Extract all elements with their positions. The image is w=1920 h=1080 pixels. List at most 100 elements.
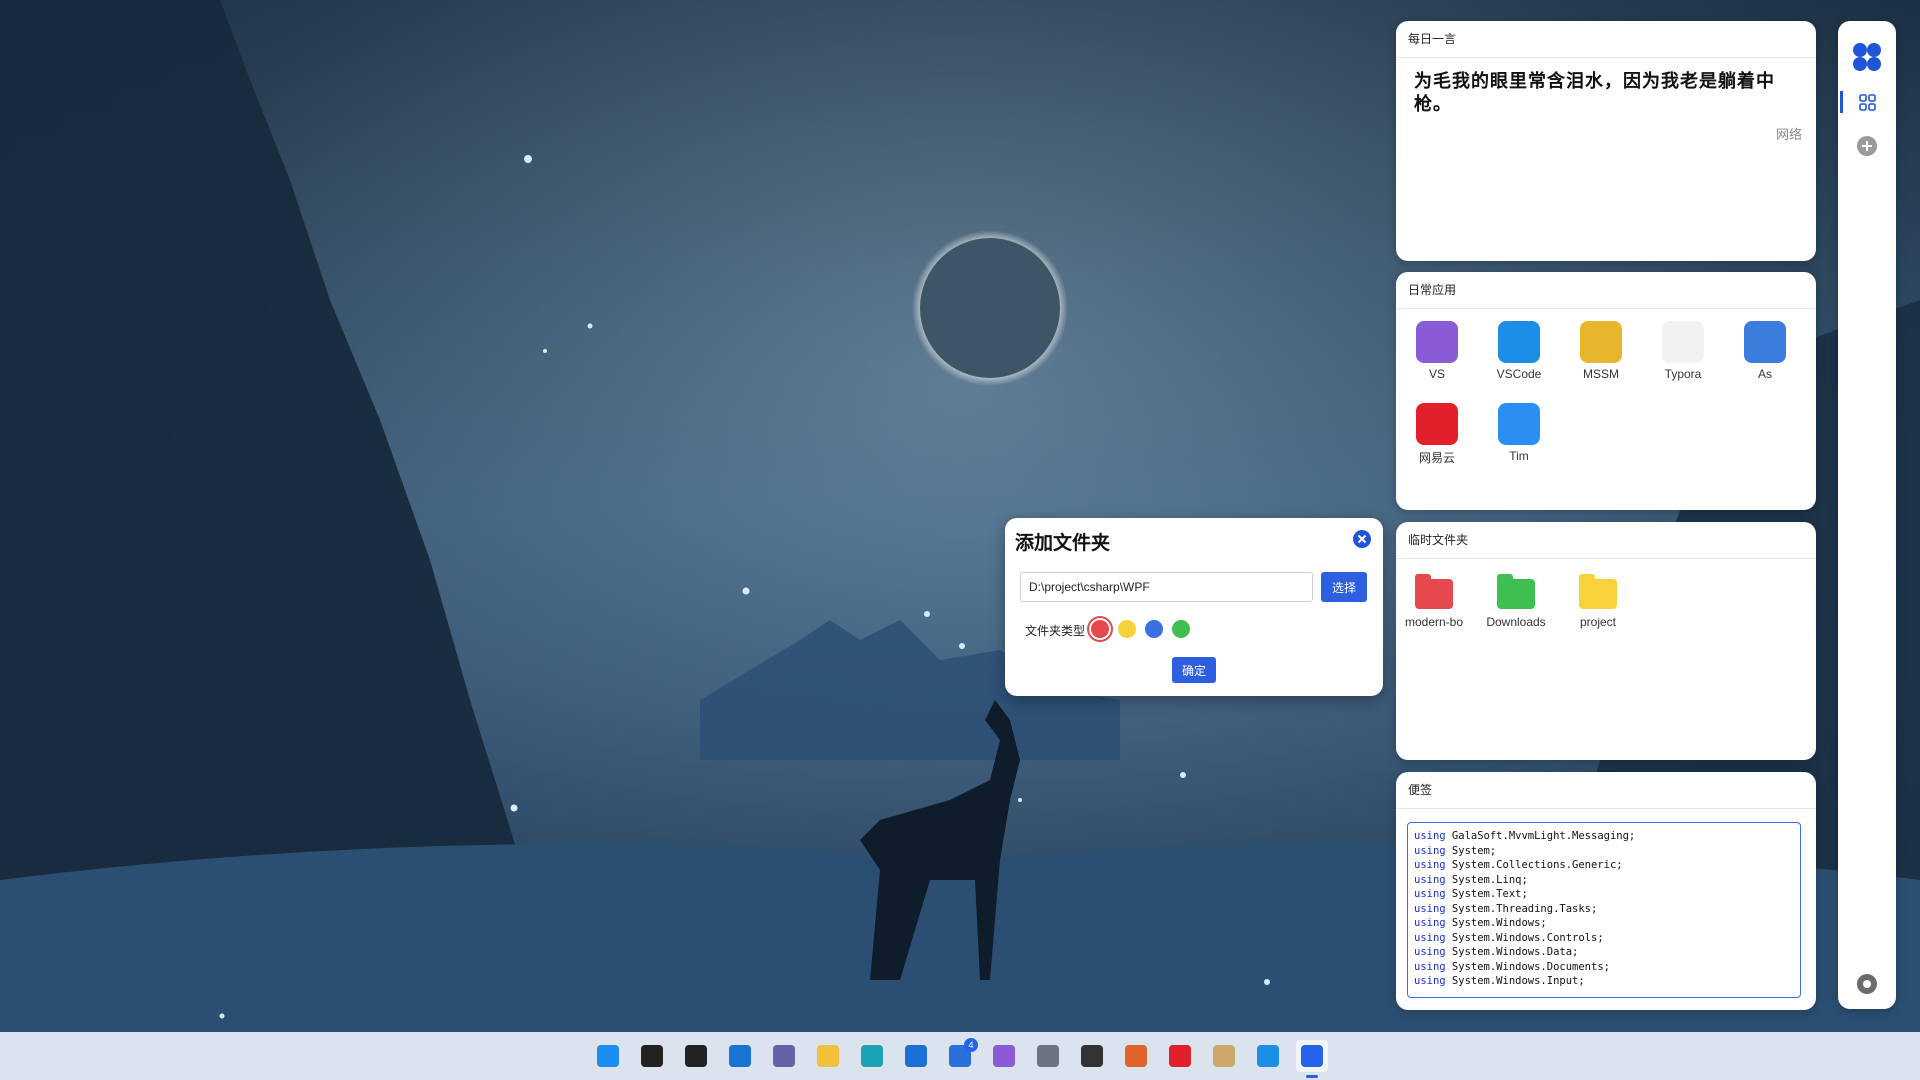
code-keyword: using	[1414, 844, 1446, 857]
close-icon[interactable]	[1353, 530, 1371, 548]
code-line: using System.Threading.Tasks;	[1414, 902, 1794, 917]
photo-app-icon[interactable]	[1208, 1040, 1240, 1072]
folder-label: project	[1579, 615, 1617, 629]
widget-title: 便签	[1396, 772, 1816, 809]
code-line: using System.Windows.Input;	[1414, 974, 1794, 989]
code-keyword: using	[1414, 902, 1446, 915]
app-launcher-5[interactable]: 网易云	[1402, 403, 1472, 466]
folder-item[interactable]: project	[1558, 574, 1638, 629]
edge-icon[interactable]	[856, 1040, 888, 1072]
color-option-selected[interactable]	[1091, 620, 1109, 638]
active-indicator	[1306, 1075, 1318, 1078]
confirm-button[interactable]: 确定	[1172, 657, 1216, 683]
active-app-icon[interactable]	[1296, 1040, 1328, 1078]
app-logo-icon[interactable]	[1853, 43, 1881, 71]
netease-music-icon	[1416, 403, 1458, 445]
android-studio-icon	[1744, 321, 1786, 363]
typora-icon[interactable]	[1076, 1040, 1108, 1072]
app-label: 网易云	[1418, 451, 1455, 465]
app-label: As	[1757, 367, 1772, 381]
folders-grid: modern-bo Downloads project	[1396, 559, 1816, 759]
code-text: System.Windows.Controls;	[1445, 931, 1604, 944]
start-icon[interactable]	[592, 1040, 624, 1072]
browse-button[interactable]: 选择	[1321, 572, 1367, 602]
netease-music-icon[interactable]	[1164, 1040, 1196, 1072]
visual-studio-icon	[1416, 321, 1458, 363]
taskbar-glyph	[817, 1045, 839, 1067]
vscode-icon[interactable]	[1252, 1040, 1284, 1072]
add-widget-icon[interactable]	[1857, 136, 1877, 156]
folder-label: modern-bo	[1404, 615, 1464, 629]
daily-quote-widget: 每日一言 为毛我的眼里常含泪水，因为我老是躺着中枪。 网络	[1396, 21, 1816, 261]
code-keyword: using	[1414, 917, 1446, 929]
folder-path-input[interactable]	[1020, 572, 1313, 602]
settings-icon[interactable]	[1857, 974, 1877, 994]
store-icon[interactable]	[900, 1040, 932, 1072]
code-text: System.Windows;	[1445, 917, 1547, 929]
code-line: using System;	[1414, 844, 1794, 859]
task-view-icon[interactable]	[680, 1040, 712, 1072]
taskbar: 4	[0, 1032, 1920, 1080]
mssm-icon	[1580, 321, 1622, 363]
folder-item[interactable]: modern-bo	[1396, 574, 1474, 629]
code-text: System.Text;	[1445, 888, 1528, 900]
taskbar-glyph	[1125, 1045, 1147, 1067]
taskbar-glyph	[773, 1045, 795, 1067]
apps-grid: VS VSCode MSSM Typora As 网易云 Tim	[1396, 309, 1816, 509]
add-folder-dialog: 添加文件夹 选择 文件夹类型 确定	[1005, 518, 1383, 696]
app-label: Tim	[1509, 449, 1529, 463]
taskbar-glyph	[1169, 1045, 1191, 1067]
taskbar-glyph	[993, 1045, 1015, 1067]
teams-chat-icon[interactable]	[768, 1040, 800, 1072]
app-label: MSSM	[1583, 367, 1619, 381]
color-option[interactable]	[1172, 620, 1190, 638]
code-keyword: using	[1414, 859, 1446, 871]
code-line: using System.Windows.Documents;	[1414, 960, 1794, 975]
taskbar-glyph	[1301, 1045, 1323, 1067]
app-launcher-4[interactable]: As	[1730, 321, 1800, 381]
todo-icon[interactable]: 4	[944, 1038, 978, 1072]
taskbar-glyph	[1081, 1045, 1103, 1067]
code-text: GalaSoft.MvvmLight.Messaging;	[1445, 830, 1636, 842]
hbuilder-icon[interactable]	[1120, 1040, 1152, 1072]
widget-title: 日常应用	[1396, 272, 1816, 309]
code-keyword: using	[1414, 960, 1446, 973]
code-line: using System.Collections.Generic;	[1414, 858, 1794, 873]
grid-view-icon[interactable]	[1859, 94, 1876, 111]
taskbar-glyph	[641, 1045, 663, 1067]
widgets-icon[interactable]	[724, 1040, 756, 1072]
vscode-icon	[1498, 321, 1540, 363]
app-label: VSCode	[1496, 367, 1542, 381]
color-option[interactable]	[1145, 620, 1163, 638]
rail-active-indicator	[1840, 91, 1843, 113]
settings-icon[interactable]	[1032, 1040, 1064, 1072]
dialog-title: 添加文件夹	[1015, 533, 1111, 554]
code-keyword: using	[1414, 931, 1446, 944]
app-launcher-1[interactable]: VSCode	[1484, 321, 1554, 381]
notification-badge: 4	[964, 1038, 978, 1052]
code-text: System.Windows.Documents;	[1445, 960, 1610, 973]
taskbar-glyph	[1037, 1045, 1059, 1067]
folder-icon	[1579, 574, 1617, 609]
widget-title: 每日一言	[1396, 21, 1816, 58]
code-keyword: using	[1414, 975, 1446, 987]
folder-item[interactable]: Downloads	[1476, 574, 1556, 629]
code-text: System.Windows.Data;	[1445, 946, 1579, 958]
code-text: System.Linq;	[1445, 873, 1528, 886]
widget-title: 临时文件夹	[1396, 522, 1816, 559]
code-text: System.Collections.Generic;	[1445, 859, 1623, 871]
app-launcher-3[interactable]: Typora	[1648, 321, 1718, 381]
color-option[interactable]	[1118, 620, 1136, 638]
app-launcher-2[interactable]: MSSM	[1566, 321, 1636, 381]
app-launcher-6[interactable]: Tim	[1484, 403, 1554, 463]
search-icon[interactable]	[636, 1040, 668, 1072]
file-explorer-icon[interactable]	[812, 1040, 844, 1072]
code-text: System;	[1445, 844, 1497, 857]
code-text: System.Threading.Tasks;	[1445, 902, 1598, 915]
app-launcher-0[interactable]: VS	[1402, 321, 1472, 381]
app-label: VS	[1428, 367, 1445, 381]
temp-folders-widget: 临时文件夹 modern-bo Downloads project	[1396, 522, 1816, 760]
daily-apps-widget: 日常应用 VS VSCode MSSM Typora As 网易云 Tim	[1396, 272, 1816, 510]
visual-studio-icon[interactable]	[988, 1040, 1020, 1072]
note-editor[interactable]: using GalaSoft.MvvmLight.Messaging; using…	[1407, 822, 1801, 998]
